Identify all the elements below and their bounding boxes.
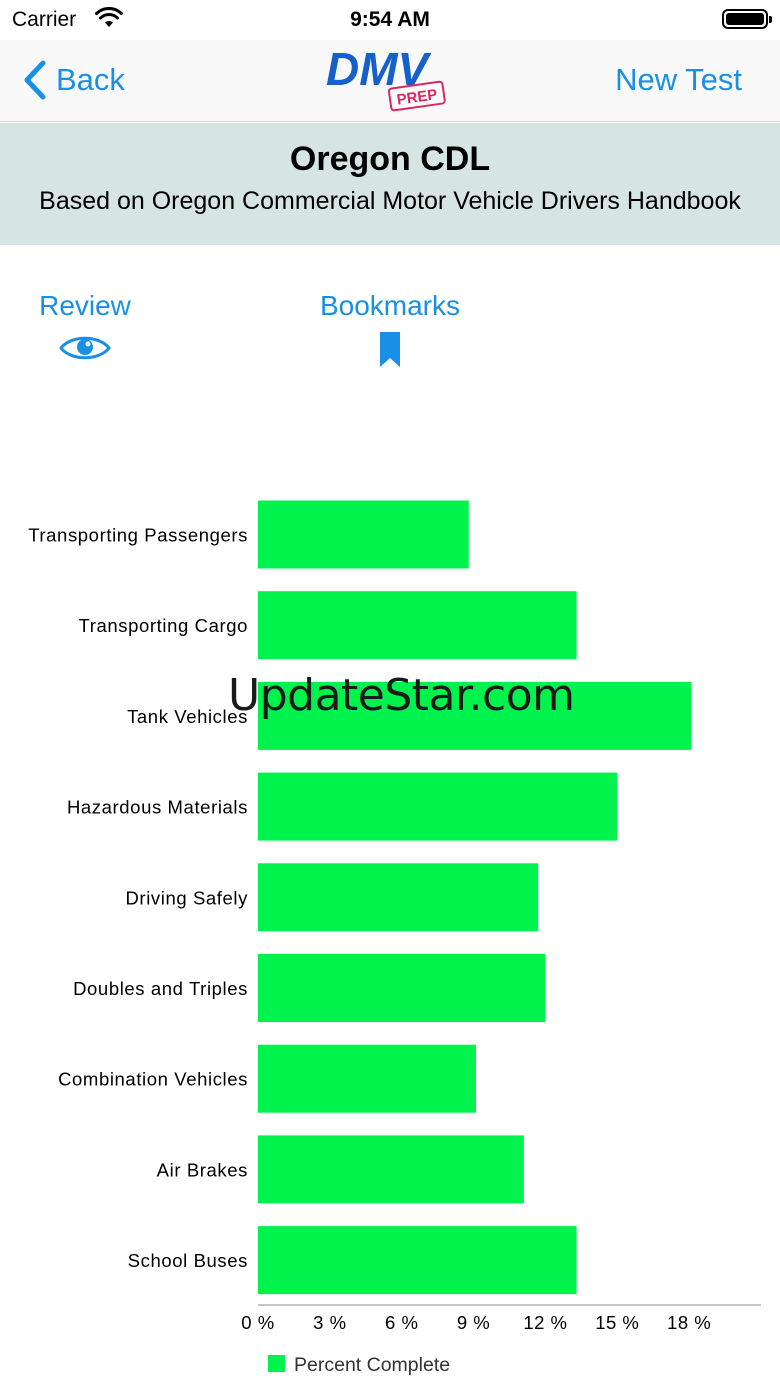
back-button[interactable]: Back bbox=[22, 58, 125, 102]
bookmarks-button[interactable]: Bookmarks bbox=[300, 290, 480, 368]
category-label: Transporting Cargo bbox=[79, 615, 249, 636]
bookmark-icon bbox=[380, 332, 400, 367]
test-title: Oregon CDL bbox=[289, 140, 491, 178]
bar bbox=[258, 954, 546, 1022]
new-test-button[interactable]: New Test bbox=[615, 62, 742, 98]
bar bbox=[258, 591, 577, 660]
bar bbox=[258, 1226, 577, 1295]
category-label: Doubles and Triples bbox=[73, 978, 248, 999]
watermark: UpdateStar.com bbox=[228, 670, 575, 721]
bar bbox=[258, 772, 618, 841]
x-tick-label: 18 % bbox=[667, 1312, 711, 1333]
progress-chart: Transporting Passengers Transporting Carg… bbox=[0, 480, 780, 1387]
x-tick-label: 6 % bbox=[385, 1312, 418, 1333]
category-label: Transporting Passengers bbox=[28, 525, 248, 546]
x-tick-label: 0 % bbox=[241, 1312, 274, 1333]
category-label: Driving Safely bbox=[125, 887, 248, 908]
x-tick-label: 15 % bbox=[595, 1312, 639, 1333]
bar bbox=[258, 500, 469, 569]
x-tick-label: 9 % bbox=[457, 1312, 490, 1333]
bar bbox=[258, 863, 539, 932]
bar bbox=[258, 1135, 524, 1204]
x-tick-label: 3 % bbox=[313, 1312, 346, 1333]
bar-chart-svg: Transporting Passengers Transporting Carg… bbox=[28, 500, 761, 1376]
category-label: Combination Vehicles bbox=[58, 1069, 248, 1090]
review-button[interactable]: Review bbox=[25, 290, 145, 364]
eye-icon bbox=[59, 336, 111, 360]
test-header-banner: Oregon CDL Based on Oregon Commercial Mo… bbox=[0, 123, 780, 245]
back-label: Back bbox=[56, 62, 125, 97]
bar bbox=[258, 1044, 476, 1113]
legend-label: Percent Complete bbox=[294, 1354, 450, 1376]
review-label: Review bbox=[39, 290, 131, 321]
dmv-prep-logo: DMV PREP bbox=[326, 43, 446, 112]
category-label: School Buses bbox=[128, 1250, 248, 1271]
nav-bar: Back DMV PREP New Test bbox=[0, 40, 780, 122]
test-subtitle: Based on Oregon Commercial Motor Vehicle… bbox=[39, 187, 741, 215]
category-label: Air Brakes bbox=[157, 1159, 248, 1180]
bookmarks-label: Bookmarks bbox=[319, 290, 461, 321]
legend-swatch bbox=[268, 1355, 285, 1372]
category-label: Hazardous Materials bbox=[67, 797, 248, 818]
chevron-left-icon bbox=[24, 60, 46, 100]
x-tick-label: 12 % bbox=[523, 1312, 567, 1333]
battery-icon bbox=[722, 9, 772, 29]
clock: 9:54 AM bbox=[350, 8, 430, 31]
status-bar: Carrier 9:54 AM bbox=[0, 0, 780, 40]
